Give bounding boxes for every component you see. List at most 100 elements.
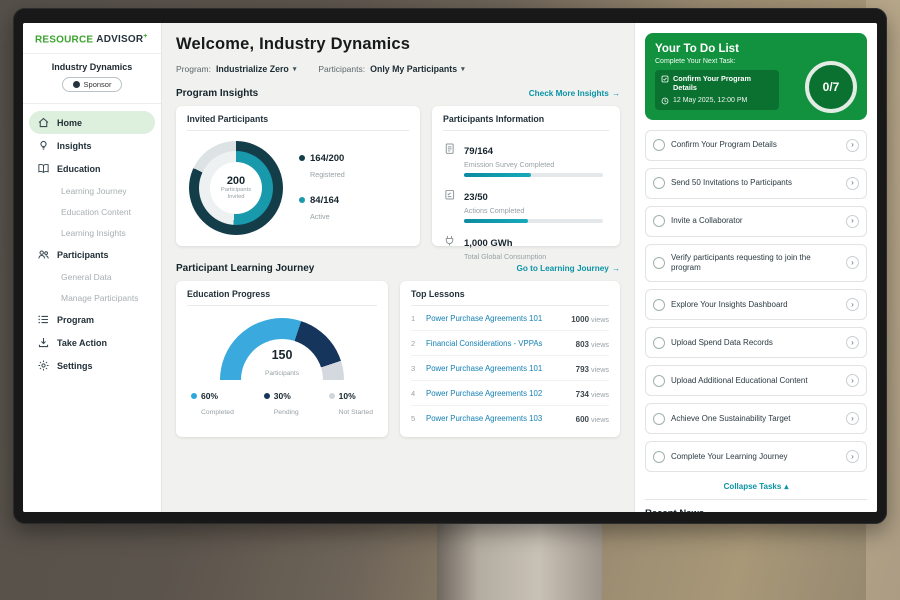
lesson-link[interactable]: Power Purchase Agreements 101	[426, 314, 564, 323]
lesson-row: 1 Power Purchase Agreements 101 1000view…	[411, 306, 609, 331]
sidebar-item-manage-participants[interactable]: Manage Participants	[29, 287, 155, 308]
program-insights-cards: Invited Participants 200 Participants In…	[176, 106, 620, 246]
chevron-right-icon[interactable]: ›	[846, 336, 859, 349]
task-checkbox[interactable]	[653, 337, 665, 349]
lesson-link[interactable]: Power Purchase Agreements 101	[426, 364, 569, 373]
legend-dot	[264, 393, 270, 399]
todo-item[interactable]: Verify participants requesting to join t…	[645, 244, 867, 283]
list-icon	[37, 313, 50, 326]
lesson-link[interactable]: Power Purchase Agreements 102	[426, 389, 569, 398]
program-filter-label: Program:	[176, 64, 211, 74]
sidebar-item-label: Manage Participants	[61, 293, 139, 303]
todo-task-list: Confirm Your Program Details › Send 50 I…	[645, 130, 867, 473]
dashboard-screen: RESOURCEADVISOR+ Industry Dynamics Spons…	[23, 23, 877, 512]
brand-plus: +	[143, 33, 147, 40]
sidebar-item-label: Home	[57, 118, 82, 128]
progress-bar	[464, 219, 603, 223]
lightbulb-icon	[37, 139, 50, 152]
legend-dot	[191, 393, 197, 399]
chevron-right-icon[interactable]: ›	[846, 298, 859, 311]
task-checkbox[interactable]	[653, 257, 665, 269]
todo-panel: Your To Do List Complete Your Next Task:…	[634, 23, 877, 512]
invited-participants-card: Invited Participants 200 Participants In…	[176, 106, 420, 246]
sponsor-label: Sponsor	[84, 80, 112, 89]
lesson-link[interactable]: Power Purchase Agreements 103	[426, 414, 569, 423]
chevron-right-icon[interactable]: ›	[846, 412, 859, 425]
chevron-right-icon[interactable]: ›	[846, 177, 859, 190]
collapse-tasks-button[interactable]: Collapse Tasks ▴	[718, 481, 795, 492]
check-more-insights-link[interactable]: Check More Insights →	[529, 89, 620, 98]
task-checkbox[interactable]	[653, 299, 665, 311]
donut-center: 200 Participants Invited	[210, 162, 262, 214]
todo-item[interactable]: Invite a Collaborator ›	[645, 206, 867, 237]
participants-select[interactable]: Only My Participants ▾	[370, 64, 465, 74]
lesson-row: 2 Financial Considerations - VPPAs 803vi…	[411, 331, 609, 356]
progress-bar	[464, 173, 603, 177]
legend-item-pending: 30%Pending	[264, 391, 299, 419]
section-title: Program Insights	[176, 88, 258, 99]
sponsor-badge[interactable]: Sponsor	[62, 77, 123, 92]
todo-item[interactable]: Explore Your Insights Dashboard ›	[645, 289, 867, 320]
lesson-link[interactable]: Financial Considerations - VPPAs	[426, 339, 569, 348]
chevron-right-icon[interactable]: ›	[846, 374, 859, 387]
todo-item[interactable]: Upload Spend Data Records ›	[645, 327, 867, 358]
sidebar-item-program[interactable]: Program	[29, 308, 155, 331]
sidebar-nav: Home Insights Education Learning Journey	[23, 104, 161, 384]
program-select[interactable]: Industrialize Zero ▾	[216, 64, 296, 74]
sidebar-item-insights[interactable]: Insights	[29, 134, 155, 157]
legend-dot	[299, 155, 305, 161]
gear-icon	[37, 359, 50, 372]
sidebar-item-participants[interactable]: Participants	[29, 243, 155, 266]
legend-item-active: 84/164Active	[299, 195, 345, 224]
sidebar-item-learning-insights[interactable]: Learning Insights	[29, 222, 155, 243]
task-checkbox[interactable]	[653, 177, 665, 189]
donut-legend: 164/200Registered 84/164Active	[299, 153, 345, 224]
people-icon	[37, 248, 50, 261]
sidebar-item-general-data[interactable]: General Data	[29, 266, 155, 287]
todo-progress-badge: 0/7	[805, 61, 857, 113]
sidebar-item-label: Settings	[57, 361, 93, 371]
chevron-right-icon[interactable]: ›	[846, 215, 859, 228]
legend-item-completed: 60%Completed	[191, 391, 234, 419]
sidebar-item-take-action[interactable]: Take Action	[29, 331, 155, 354]
todo-item[interactable]: Confirm Your Program Details ›	[645, 130, 867, 161]
sidebar-item-label: General Data	[61, 272, 112, 282]
sidebar-item-label: Education	[57, 164, 101, 174]
chevron-right-icon[interactable]: ›	[846, 450, 859, 463]
todo-item[interactable]: Send 50 Invitations to Participants ›	[645, 168, 867, 199]
chevron-right-icon[interactable]: ›	[846, 256, 859, 269]
task-checkbox[interactable]	[653, 139, 665, 151]
todo-title: Your To Do List	[655, 43, 857, 55]
due-date: 12 May 2025, 12:00 PM	[673, 97, 747, 104]
sidebar-item-label: Participants	[57, 250, 109, 260]
next-task-label: Confirm Your Program Details	[673, 75, 773, 93]
stat-emission-survey: 79/164 Emission Survey Completed	[443, 141, 609, 177]
task-checkbox[interactable]	[653, 451, 665, 463]
chevron-up-icon: ▴	[784, 482, 788, 491]
sidebar-item-home[interactable]: Home	[29, 111, 155, 134]
todo-item[interactable]: Upload Additional Educational Content ›	[645, 365, 867, 396]
participants-information-card: Participants Information 79/164 Emission…	[432, 106, 620, 246]
chevron-down-icon: ▾	[461, 65, 465, 73]
task-checkbox[interactable]	[653, 375, 665, 387]
go-to-learning-journey-link[interactable]: Go to Learning Journey →	[516, 264, 620, 273]
todo-item[interactable]: Achieve One Sustainability Target ›	[645, 403, 867, 434]
chevron-right-icon[interactable]: ›	[846, 139, 859, 152]
sidebar-item-settings[interactable]: Settings	[29, 354, 155, 377]
task-checkbox[interactable]	[653, 413, 665, 425]
education-gauge-chart: 150 Participants	[220, 318, 344, 380]
home-icon	[37, 116, 50, 129]
sidebar-item-education-content[interactable]: Education Content	[29, 201, 155, 222]
book-icon	[37, 162, 50, 175]
todo-item[interactable]: Complete Your Learning Journey ›	[645, 441, 867, 472]
sidebar: RESOURCEADVISOR+ Industry Dynamics Spons…	[23, 23, 162, 512]
legend-item-not-started: 10%Not Started	[329, 391, 373, 419]
task-checkbox[interactable]	[653, 215, 665, 227]
monitor-stand	[437, 521, 602, 600]
lesson-row: 5 Power Purchase Agreements 103 600views	[411, 406, 609, 430]
next-task-box: Confirm Your Program Details 12 May 2025…	[655, 70, 779, 110]
chevron-down-icon: ▾	[293, 65, 297, 73]
sidebar-item-learning-journey[interactable]: Learning Journey	[29, 180, 155, 201]
sidebar-item-education[interactable]: Education	[29, 157, 155, 180]
main-content: Welcome, Industry Dynamics Program: Indu…	[162, 23, 634, 512]
